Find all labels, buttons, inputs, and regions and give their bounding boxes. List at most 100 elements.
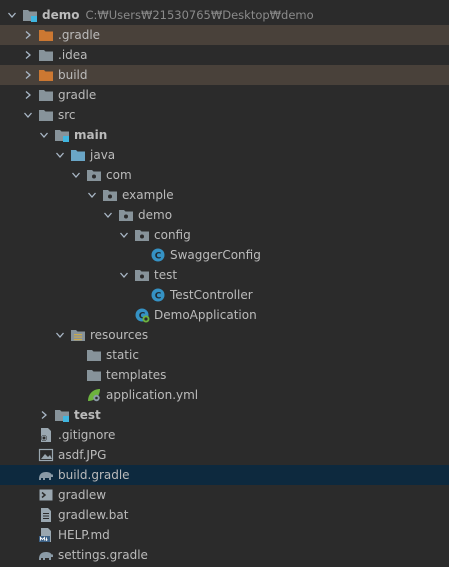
tree-row-swaggerconfig[interactable]: C SwaggerConfig — [0, 245, 449, 265]
terminal-file-icon — [38, 487, 54, 503]
module-folder-icon — [54, 407, 70, 423]
chevron-right-icon[interactable] — [20, 85, 36, 105]
tree-row-gradlew-bat[interactable]: gradlew.bat — [0, 505, 449, 525]
tree-row-static[interactable]: static — [0, 345, 449, 365]
tree-label: static — [106, 348, 139, 362]
tree-label: .idea — [58, 48, 88, 62]
module-folder-icon — [54, 127, 70, 143]
tree-row-asdf-jpg[interactable]: asdf.JPG — [0, 445, 449, 465]
tree-label: src — [58, 108, 76, 122]
chevron-down-icon[interactable] — [4, 5, 20, 25]
folder-icon — [86, 347, 102, 363]
tree-label: main — [74, 128, 108, 142]
tree-row-demoapplication[interactable]: C DemoApplication — [0, 305, 449, 325]
tree-row-main[interactable]: main — [0, 125, 449, 145]
chevron-down-icon[interactable] — [68, 165, 84, 185]
folder-icon — [38, 107, 54, 123]
tree-row-testcontroller[interactable]: C TestController — [0, 285, 449, 305]
tree-label: TestController — [170, 288, 253, 302]
tree-label: java — [90, 148, 116, 162]
tree-label: HELP.md — [58, 528, 110, 542]
tree-row-application-yml[interactable]: application.yml — [0, 385, 449, 405]
excluded-folder-icon — [38, 27, 54, 43]
tree-row-gradle[interactable]: gradle — [0, 85, 449, 105]
tree-row-config[interactable]: config — [0, 225, 449, 245]
tree-label: build — [58, 68, 88, 82]
ignore-file-icon — [38, 427, 54, 443]
chevron-down-icon[interactable] — [100, 205, 116, 225]
tree-row-templates[interactable]: templates — [0, 365, 449, 385]
chevron-right-icon[interactable] — [36, 405, 52, 425]
tree-row-demo-package[interactable]: demo — [0, 205, 449, 225]
markdown-file-icon — [38, 527, 54, 543]
tree-row-gitignore[interactable]: .gitignore — [0, 425, 449, 445]
tree-label: SwaggerConfig — [170, 248, 261, 262]
tree-label: templates — [106, 368, 167, 382]
source-folder-icon — [70, 147, 86, 163]
tree-label: gradle — [58, 88, 97, 102]
tree-row-java[interactable]: java — [0, 145, 449, 165]
tree-row-gradle-cache[interactable]: .gradle — [0, 25, 449, 45]
folder-icon — [38, 47, 54, 63]
module-folder-icon — [22, 7, 38, 23]
tree-row-gradlew[interactable]: gradlew — [0, 485, 449, 505]
project-path: C:₩Users₩21530765₩Desktop₩demo — [85, 8, 314, 22]
chevron-down-icon[interactable] — [52, 325, 68, 345]
package-icon — [86, 167, 102, 183]
chevron-down-icon[interactable] — [52, 145, 68, 165]
tree-row-settings-gradle[interactable]: settings.gradle — [0, 545, 449, 565]
chevron-down-icon[interactable] — [116, 225, 132, 245]
tree-row-src[interactable]: src — [0, 105, 449, 125]
tree-label: test — [74, 408, 101, 422]
tree-label: resources — [90, 328, 149, 342]
tree-row-help-md[interactable]: HELP.md — [0, 525, 449, 545]
tree-label: settings.gradle — [58, 548, 148, 562]
package-icon — [118, 207, 134, 223]
folder-icon — [86, 367, 102, 383]
tree-row-resources[interactable]: resources — [0, 325, 449, 345]
tree-row-test-root[interactable]: test — [0, 405, 449, 425]
spring-config-file-icon — [86, 387, 102, 403]
tree-row-demo-root[interactable]: demo C:₩Users₩21530765₩Desktop₩demo — [0, 5, 449, 25]
chevron-down-icon[interactable] — [20, 105, 36, 125]
chevron-right-icon[interactable] — [20, 45, 36, 65]
text-file-icon — [38, 507, 54, 523]
project-tree: demo C:₩Users₩21530765₩Desktop₩demo .gra… — [0, 5, 449, 565]
java-class-icon: C — [150, 247, 166, 263]
tree-label: config — [154, 228, 191, 242]
chevron-right-icon[interactable] — [20, 25, 36, 45]
chevron-down-icon[interactable] — [116, 265, 132, 285]
package-icon — [102, 187, 118, 203]
tree-label: application.yml — [106, 388, 199, 402]
tree-label: test — [154, 268, 178, 282]
gradle-elephant-icon — [38, 467, 54, 483]
excluded-folder-icon — [38, 67, 54, 83]
tree-label: DemoApplication — [154, 308, 257, 322]
project-name: demo — [42, 8, 80, 22]
tree-row-test-package[interactable]: test — [0, 265, 449, 285]
tree-row-build-gradle[interactable]: build.gradle — [0, 465, 449, 485]
package-icon — [134, 227, 150, 243]
tree-label: build.gradle — [58, 468, 130, 482]
svg-text:C: C — [155, 292, 162, 302]
image-file-icon — [38, 447, 54, 463]
tree-label: .gradle — [58, 28, 101, 42]
gradle-elephant-icon — [38, 547, 54, 563]
tree-label: .gitignore — [58, 428, 116, 442]
tree-label: gradlew — [58, 488, 107, 502]
tree-row-build[interactable]: build — [0, 65, 449, 85]
package-icon — [134, 267, 150, 283]
svg-text:C: C — [155, 252, 162, 262]
resources-folder-icon — [70, 327, 86, 343]
tree-label: demo — [138, 208, 173, 222]
tree-label: example — [122, 188, 174, 202]
tree-label: gradlew.bat — [58, 508, 129, 522]
tree-row-com[interactable]: com — [0, 165, 449, 185]
chevron-down-icon[interactable] — [36, 125, 52, 145]
folder-icon — [38, 87, 54, 103]
chevron-right-icon[interactable] — [20, 65, 36, 85]
chevron-down-icon[interactable] — [84, 185, 100, 205]
tree-row-idea[interactable]: .idea — [0, 45, 449, 65]
tree-row-example[interactable]: example — [0, 185, 449, 205]
tree-label: asdf.JPG — [58, 448, 107, 462]
